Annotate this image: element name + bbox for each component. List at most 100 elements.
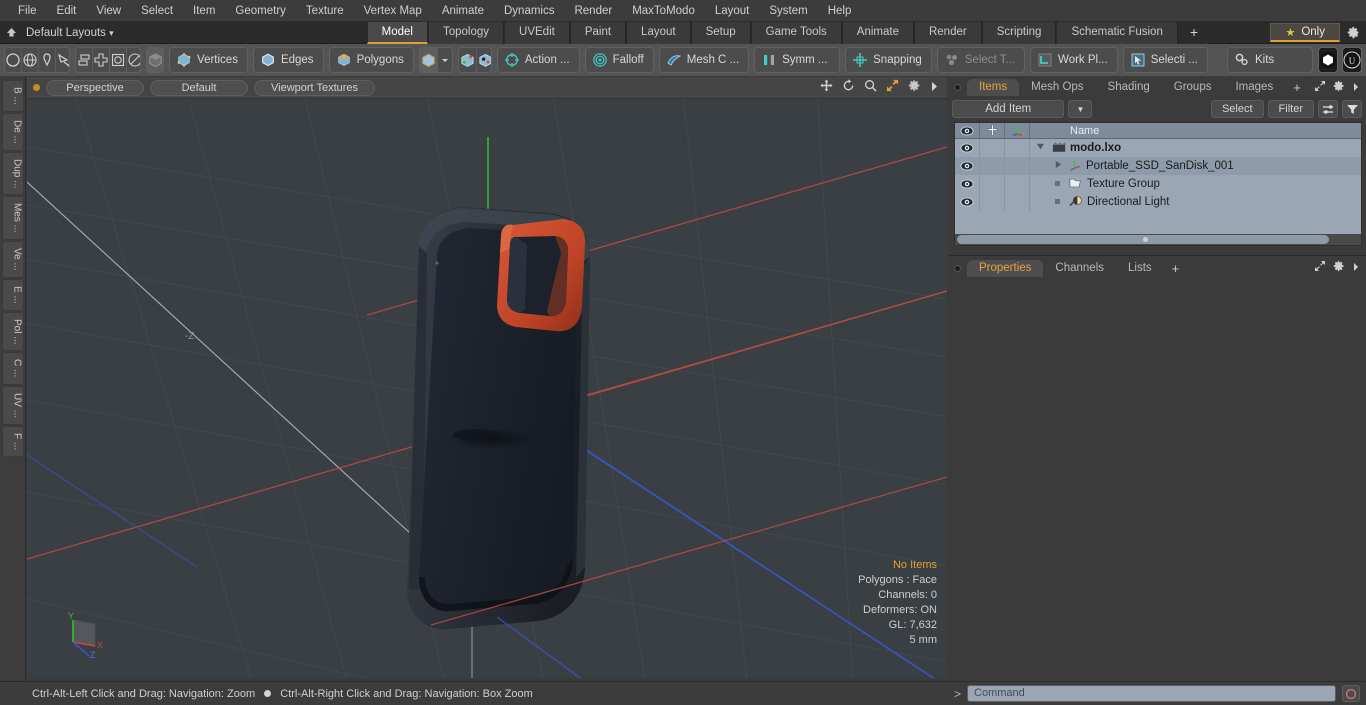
- tab-groups[interactable]: Groups: [1162, 79, 1224, 96]
- add-tab-button[interactable]: +: [1177, 21, 1211, 44]
- only-toggle-button[interactable]: ★ Only: [1270, 23, 1340, 42]
- snap-element-icon[interactable]: [477, 48, 491, 72]
- mesh-constraint-button[interactable]: Mesh C ...: [658, 47, 750, 73]
- unreal-export-icon[interactable]: U: [1342, 47, 1362, 73]
- row-lock-cell[interactable]: [980, 193, 1005, 211]
- row-lock-cell[interactable]: [980, 175, 1005, 193]
- pan-icon[interactable]: [820, 78, 833, 97]
- menu-item-vertex-map[interactable]: Vertex Map: [354, 0, 432, 22]
- menu-item-animate[interactable]: Animate: [432, 0, 494, 22]
- chevron-down-icon[interactable]: [438, 48, 452, 72]
- work-plane-button[interactable]: Work Pl...: [1030, 47, 1118, 73]
- disclosure-triangle-open-icon[interactable]: [1036, 142, 1048, 154]
- symmetry-button[interactable]: Symm ...: [754, 47, 841, 73]
- row-visibility-toggle[interactable]: [955, 175, 980, 193]
- item-mode-icon[interactable]: [147, 48, 164, 72]
- menu-item-dynamics[interactable]: Dynamics: [494, 0, 564, 22]
- table-row[interactable]: Texture Group: [955, 175, 1361, 193]
- menu-item-select[interactable]: Select: [131, 0, 183, 22]
- vtab-curve[interactable]: C ...: [1, 352, 24, 385]
- add-properties-tab-button[interactable]: +: [1164, 261, 1188, 276]
- kits-button[interactable]: Kits: [1227, 47, 1313, 73]
- expand-icon[interactable]: [1314, 259, 1326, 277]
- menu-item-view[interactable]: View: [86, 0, 131, 22]
- lasso-icon[interactable]: [56, 48, 70, 72]
- table-row[interactable]: Portable_SSD_SanDisk_001: [955, 157, 1361, 175]
- snapping-button[interactable]: Snapping: [845, 47, 932, 73]
- tab-properties[interactable]: Properties: [967, 259, 1044, 277]
- tab-render[interactable]: Render: [913, 21, 982, 44]
- filter-funnel-icon[interactable]: [1342, 100, 1362, 118]
- list-options-icon[interactable]: [1318, 100, 1338, 118]
- item-row-mesh[interactable]: Portable_SSD_SanDisk_001: [1030, 158, 1361, 174]
- viewport-active-dot[interactable]: [33, 84, 40, 91]
- selection-sets-button[interactable]: Selecti ...: [1122, 47, 1208, 73]
- vtab-edge[interactable]: E ...: [1, 278, 24, 311]
- add-panel-tab-button[interactable]: +: [1285, 80, 1309, 95]
- select-button[interactable]: Select: [1210, 100, 1264, 118]
- viewport-view-mode-button[interactable]: Perspective: [46, 79, 144, 96]
- rotate-icon[interactable]: [842, 78, 855, 97]
- polygons-mode-button[interactable]: Polygons: [328, 47, 414, 73]
- panel-active-dot[interactable]: [954, 84, 961, 91]
- row-axis-cell[interactable]: [1005, 139, 1030, 157]
- add-item-dropdown-icon[interactable]: ▼: [1068, 100, 1093, 118]
- item-row-directional-light[interactable]: Directional Light: [1030, 194, 1361, 210]
- gear-icon[interactable]: [1333, 259, 1345, 277]
- menu-item-geometry[interactable]: Geometry: [225, 0, 296, 22]
- expand-icon[interactable]: [1314, 79, 1326, 97]
- action-center-button[interactable]: Action ...: [496, 47, 580, 73]
- item-list-horizontal-scrollbar[interactable]: [955, 234, 1361, 245]
- selection-cube-icon[interactable]: [419, 48, 438, 72]
- vtab-fusion[interactable]: F ...: [1, 425, 24, 457]
- menu-item-item[interactable]: Item: [183, 0, 225, 22]
- vtab-mesh-edit[interactable]: Mes ...: [1, 196, 24, 241]
- vtab-duplicate[interactable]: Dup ...: [1, 151, 24, 196]
- properties-active-dot[interactable]: [954, 264, 961, 272]
- viewport-style-button[interactable]: Default: [150, 79, 248, 96]
- scale-circle-icon[interactable]: [127, 48, 141, 72]
- menu-item-file[interactable]: File: [8, 0, 47, 22]
- disclosure-triangle-closed-icon[interactable]: [1054, 160, 1065, 172]
- tab-paint[interactable]: Paint: [569, 21, 627, 44]
- item-row-texture-group[interactable]: Texture Group: [1030, 177, 1361, 192]
- move-icon[interactable]: [93, 48, 111, 72]
- chevron-right-icon[interactable]: [930, 79, 939, 97]
- menu-item-layout[interactable]: Layout: [705, 0, 760, 22]
- menu-item-system[interactable]: System: [759, 0, 817, 22]
- globe-icon[interactable]: [22, 48, 39, 72]
- tab-lists[interactable]: Lists: [1116, 260, 1164, 277]
- tab-setup[interactable]: Setup: [690, 21, 751, 44]
- table-row[interactable]: modo.lxo: [955, 139, 1361, 157]
- row-lock-cell[interactable]: [980, 139, 1005, 157]
- vtab-vertex[interactable]: Ve ...: [1, 241, 24, 278]
- menu-item-render[interactable]: Render: [564, 0, 622, 22]
- zoom-icon[interactable]: [864, 79, 877, 97]
- align-icon[interactable]: [76, 48, 94, 72]
- vertices-mode-button[interactable]: Vertices: [169, 47, 248, 73]
- dropper-icon[interactable]: [39, 48, 56, 72]
- layout-selector[interactable]: Default Layouts ▾: [22, 27, 122, 39]
- row-axis-cell[interactable]: [1005, 175, 1030, 193]
- tab-images[interactable]: Images: [1223, 79, 1285, 96]
- gear-icon[interactable]: [908, 79, 921, 97]
- menu-item-edit[interactable]: Edit: [47, 0, 87, 22]
- menu-item-texture[interactable]: Texture: [296, 0, 354, 22]
- tab-model[interactable]: Model: [366, 21, 428, 44]
- home-icon[interactable]: [0, 22, 22, 44]
- tab-layout[interactable]: Layout: [626, 21, 691, 44]
- vtab-basic[interactable]: B ...: [1, 80, 24, 112]
- row-lock-cell[interactable]: [980, 157, 1005, 175]
- tab-items[interactable]: Items: [967, 79, 1020, 96]
- record-icon[interactable]: [1342, 685, 1360, 702]
- command-input[interactable]: Command: [967, 685, 1336, 702]
- tab-mesh-ops[interactable]: Mesh Ops: [1019, 79, 1095, 96]
- vtab-deform[interactable]: De ...: [1, 112, 24, 151]
- item-tree-list[interactable]: Name modo.lxo Portable_SSD_SanDisk_001 T…: [954, 122, 1362, 246]
- item-row-scene[interactable]: modo.lxo: [1030, 141, 1361, 156]
- row-axis-cell[interactable]: [1005, 157, 1030, 175]
- gear-icon[interactable]: [1340, 22, 1366, 44]
- tab-uvedit[interactable]: UVEdit: [504, 21, 570, 44]
- snap-vertex-icon[interactable]: [459, 48, 477, 72]
- vtab-uv[interactable]: UV ...: [1, 385, 24, 425]
